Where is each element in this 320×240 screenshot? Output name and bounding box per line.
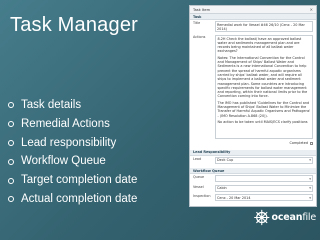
chevron-down-icon: ▾ <box>309 176 311 181</box>
actions-paragraph: The IMO has published 'Guidelines for th… <box>217 100 311 118</box>
bullet-actual-completion-date: Actual completion date <box>8 190 188 209</box>
completed-label: Completed <box>289 141 309 146</box>
vessel-row: Vessel Cabin ▾ <box>190 184 316 193</box>
actions-paragraph: Notes: The International Convention for … <box>217 55 308 99</box>
inspection-row: Inspection Cenx - 20 Mar 2014 ▾ <box>190 193 316 202</box>
actions-row: Actions 8.2H Check the ballast/ have an … <box>190 33 316 139</box>
task-item-window: Task Item ✕ Task Title Remedial work for… <box>189 5 317 207</box>
chevron-down-icon: ▾ <box>309 195 311 200</box>
bullet-circle-icon <box>8 139 14 146</box>
inspection-select[interactable]: Cenx - 20 Mar 2014 ▾ <box>215 194 313 202</box>
section-lead-label: Lead Responsibility <box>193 150 231 155</box>
lead-select[interactable]: Deck Cup ▾ <box>215 156 313 164</box>
bullet-task-details: Task details <box>8 96 188 115</box>
bullet-text: Remedial Actions <box>21 117 110 130</box>
bullet-workflow-queue: Workflow Queue <box>8 152 188 171</box>
lead-label: Lead <box>193 156 202 161</box>
queue-select[interactable]: ▾ <box>215 175 313 183</box>
bullet-target-completion-date: Target completion date <box>8 171 188 190</box>
oceanfile-logo: oceanfile <box>254 204 316 230</box>
bullet-circle-icon <box>8 121 14 128</box>
lead-value: Deck Cup <box>217 158 234 163</box>
bullet-circle-icon <box>8 196 14 203</box>
lead-row: Lead Deck Cup ▾ <box>190 156 316 165</box>
bullet-text: Actual completion date <box>21 192 138 205</box>
vessel-label: Vessel <box>193 184 204 189</box>
completed-row: Completed <box>190 140 316 147</box>
section-task-label: Task <box>193 14 202 19</box>
bullet-text: Workflow Queue <box>21 155 106 168</box>
slide-title: Task Manager <box>10 14 139 36</box>
queue-label: Queue <box>193 175 205 180</box>
section-queue-label: Workflow Queue <box>193 168 225 173</box>
inspection-label: Inspection <box>193 194 211 199</box>
logo-word-ocean: ocean <box>271 211 303 223</box>
queue-row: Queue ▾ <box>190 174 316 183</box>
close-icon[interactable]: ✕ <box>310 7 313 12</box>
inspection-value: Cenx - 20 Mar 2014 <box>217 195 251 200</box>
logo-wordmark: oceanfile <box>271 211 317 223</box>
bullet-remedial-actions: Remedial Actions <box>8 115 188 134</box>
window-titlebar: Task Item ✕ <box>190 6 316 14</box>
chevron-down-icon: ▾ <box>309 186 311 191</box>
actions-paragraph: 8.2H Check the ballast/ have an approved… <box>217 36 302 54</box>
bullet-lead-responsibility: Lead responsibility <box>8 134 188 153</box>
ship-wheel-icon <box>254 209 270 225</box>
chevron-down-icon: ▾ <box>309 158 311 163</box>
completed-checkbox[interactable] <box>309 141 313 145</box>
window-title: Task Item <box>193 7 211 12</box>
bullet-circle-icon <box>8 102 14 109</box>
bullet-list: Task details Remedial Actions Lead respo… <box>8 96 188 209</box>
bullet-text: Lead responsibility <box>21 136 117 149</box>
title-field[interactable]: Remedial work for Vessel #46 26/10 (Cenx… <box>215 21 313 33</box>
logo-word-file: file <box>302 211 316 223</box>
actions-textarea[interactable]: 8.2H Check the ballast/ have an approved… <box>215 34 313 139</box>
actions-paragraph: No action to be taken until MAIS/ECS cla… <box>217 119 308 124</box>
title-label: Title <box>193 21 201 26</box>
bullet-circle-icon <box>8 177 14 184</box>
bullet-text: Target completion date <box>21 174 138 187</box>
bullet-text: Task details <box>21 99 82 111</box>
bullet-circle-icon <box>8 158 14 165</box>
actions-label: Actions <box>193 34 206 39</box>
vessel-select[interactable]: Cabin ▾ <box>215 184 313 192</box>
vessel-value: Cabin <box>217 186 227 191</box>
title-row: Title Remedial work for Vessel #46 26/10… <box>190 20 316 33</box>
